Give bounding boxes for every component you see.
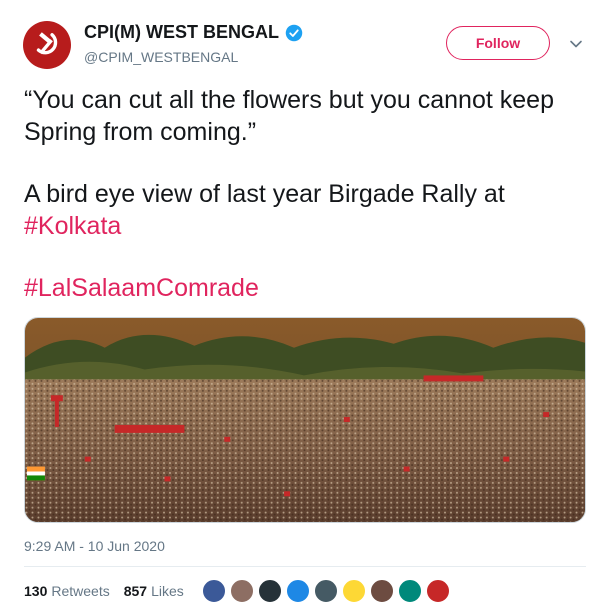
likes-label: Likes: [151, 583, 184, 599]
liker-avatar[interactable]: [398, 579, 422, 603]
user-handle[interactable]: @CPIM_WESTBENGAL: [84, 49, 238, 65]
tweet-photo[interactable]: [24, 317, 586, 523]
likes-count: 857: [123, 583, 148, 599]
liker-avatar[interactable]: [286, 579, 310, 603]
liker-avatar[interactable]: [314, 579, 338, 603]
hammer-sickle-icon: [36, 32, 58, 55]
tweet-text: “You can cut all the flowers but you can…: [24, 84, 584, 304]
hashtag-lalsalaamcomrade[interactable]: #LalSalaamComrade: [24, 274, 259, 302]
tweet-stats: 130 Retweets 857 Likes: [24, 580, 192, 602]
tweet-line: A bird eye view of last year Birgade Ral…: [24, 180, 505, 208]
liker-avatar[interactable]: [342, 579, 366, 603]
liker-avatar[interactable]: [230, 579, 254, 603]
follow-button[interactable]: Follow: [446, 26, 550, 60]
likes-stat[interactable]: 857 Likes: [124, 583, 192, 599]
liker-avatar[interactable]: [370, 579, 394, 603]
liker-avatar[interactable]: [202, 579, 226, 603]
liker-avatars: [202, 578, 454, 604]
rally-crowd-image: [25, 318, 585, 522]
name-row: CPI(M) WEST BENGAL: [84, 22, 303, 43]
avatar[interactable]: [23, 21, 71, 69]
divider: [24, 566, 586, 567]
chevron-down-icon[interactable]: [568, 36, 584, 52]
retweets-stat[interactable]: 130 Retweets: [24, 583, 118, 599]
liker-avatar[interactable]: [426, 579, 450, 603]
retweets-count: 130: [24, 583, 48, 599]
display-name[interactable]: CPI(M) WEST BENGAL: [84, 22, 279, 43]
tweet-quote: “You can cut all the flowers but you can…: [24, 86, 554, 146]
retweets-label: Retweets: [51, 583, 110, 599]
liker-avatar[interactable]: [258, 579, 282, 603]
tweet-card: CPI(M) WEST BENGAL @CPIM_WESTBENGAL Foll…: [0, 0, 602, 611]
tweet-timestamp[interactable]: 9:29 AM - 10 Jun 2020: [24, 538, 165, 554]
verified-badge-icon: [285, 24, 303, 41]
hashtag-kolkata[interactable]: #Kolkata: [24, 212, 121, 240]
